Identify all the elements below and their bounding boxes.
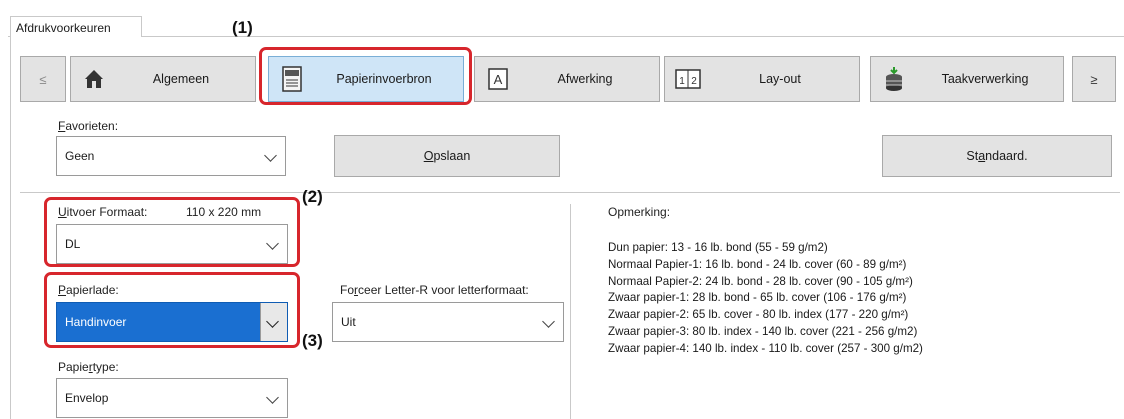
layout-icon: 12: [675, 66, 701, 92]
remark-line: Normaal Papier-2: 24 lb. bond - 28 lb. c…: [608, 274, 913, 288]
default-button-label: Standaard.: [966, 149, 1028, 163]
save-button[interactable]: Opslaan: [334, 135, 560, 177]
callout-2: (2): [302, 187, 323, 206]
tab-label: Afwerking: [557, 72, 613, 86]
paper-type-value: Envelop: [65, 391, 109, 405]
highlight-box-1: [259, 47, 472, 105]
save-button-label: Opslaan: [423, 149, 471, 163]
output-format-value: DL: [65, 237, 81, 251]
paper-tray-value: Handinvoer: [65, 315, 127, 329]
force-letter-label: Forceer Letter-R voor letterformaat:: [340, 283, 529, 297]
tab-taakverwerking[interactable]: Taakverwerking: [870, 56, 1064, 102]
default-button[interactable]: Standaard.: [882, 135, 1112, 177]
svg-text:1: 1: [679, 76, 685, 87]
output-format-select[interactable]: DL: [56, 224, 288, 264]
tab-algemeen[interactable]: Algemeen: [70, 56, 256, 102]
callout-3: (3): [302, 331, 323, 350]
chevron-down-icon: [542, 315, 555, 328]
remark-line: Normaal Papier-1: 16 lb. bond - 24 lb. c…: [608, 257, 907, 271]
output-format-size: 110 x 220 mm: [186, 205, 262, 219]
nav-prev-icon: ≤: [39, 71, 47, 87]
remark-line: Zwaar papier-3: 80 lb. index - 140 lb. c…: [608, 324, 918, 338]
tab-label: Algemeen: [152, 72, 210, 86]
remark-line: Zwaar papier-4: 140 lb. index - 110 lb. …: [608, 341, 923, 355]
remarks-title: Opmerking:: [608, 205, 671, 219]
home-icon: [81, 66, 107, 92]
job-handling-icon: [881, 66, 907, 92]
finishing-icon: A: [485, 66, 511, 92]
paper-tray-select[interactable]: Handinvoer: [56, 302, 288, 342]
svg-text:2: 2: [691, 76, 697, 87]
remark-line: Zwaar papier-1: 28 lb. bond - 65 lb. cov…: [608, 291, 907, 305]
tab-label: Lay-out: [759, 72, 801, 86]
tab-afdrukvoorkeuren[interactable]: Afdrukvoorkeuren: [10, 16, 142, 38]
paper-tray-label: Papierlade:: [58, 283, 119, 297]
favorites-select[interactable]: Geen: [56, 136, 286, 176]
favorites-label: Favorieten:: [58, 119, 119, 133]
divider: [20, 192, 1120, 193]
remark-line: Zwaar papier-2: 65 lb. cover - 80 lb. in…: [608, 308, 909, 322]
force-letter-select[interactable]: Uit: [332, 302, 564, 342]
remark-line: Dun papier: 13 - 16 lb. bond (55 - 59 g/…: [608, 241, 828, 254]
chevron-down-icon: [266, 237, 279, 250]
nav-prev-button[interactable]: ≤: [20, 56, 66, 102]
chevron-down-icon: [264, 149, 277, 162]
force-letter-value: Uit: [341, 315, 356, 329]
remarks-list: Dun papier: 13 - 16 lb. bond (55 - 59 g/…: [608, 240, 1108, 358]
tab-label: Taakverwerking: [941, 72, 1029, 86]
remarks-divider: [570, 204, 571, 419]
nav-next-button[interactable]: ≥: [1072, 56, 1116, 102]
chevron-down-icon: [266, 391, 279, 404]
nav-next-icon: ≥: [1090, 71, 1098, 87]
tab-lay-out[interactable]: 12 Lay-out: [664, 56, 860, 102]
output-format-label: Uitvoer Formaat:: [58, 205, 148, 219]
paper-type-select[interactable]: Envelop: [56, 378, 288, 418]
svg-text:A: A: [494, 72, 503, 87]
paper-type-label: Papiertype:: [58, 360, 119, 374]
tab-afwerking[interactable]: A Afwerking: [474, 56, 660, 102]
callout-1: (1): [232, 18, 253, 37]
favorites-value: Geen: [65, 149, 95, 163]
